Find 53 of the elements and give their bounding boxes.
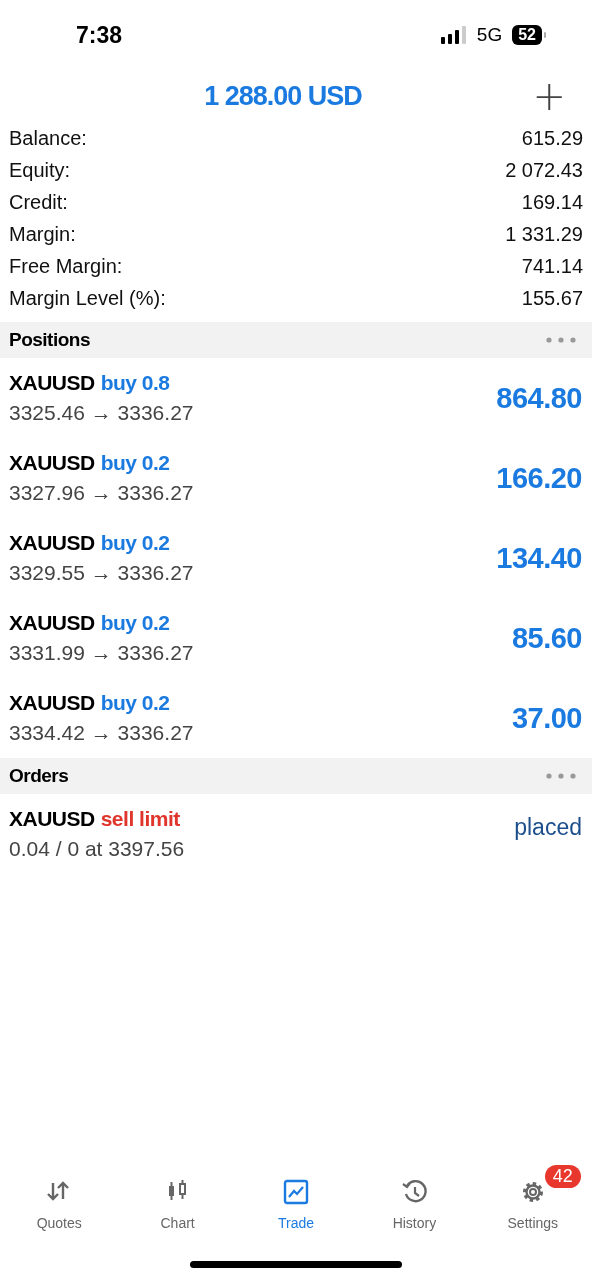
- symbol-label: XAUUSD: [9, 451, 95, 475]
- signal-icon: [440, 26, 467, 44]
- symbol-label: XAUUSD: [9, 691, 95, 715]
- tab-button[interactable]: Chart: [160, 1179, 195, 1231]
- price-change: 3325.46 → 3336.27: [9, 401, 194, 425]
- account-value: 741.14: [521, 254, 583, 278]
- symbol-label: XAUUSD: [9, 371, 95, 395]
- account-label: Equity:: [9, 158, 71, 182]
- section-title: Orders: [9, 765, 69, 787]
- price-change: 3334.42 → 3336.27: [9, 721, 194, 745]
- account-label: Margin:: [9, 222, 76, 246]
- trade-type: buy 0.2: [100, 611, 170, 635]
- account-label: Free Margin:: [9, 254, 123, 278]
- account-value: 1 331.29: [505, 222, 583, 246]
- symbol-label: XAUUSD: [9, 611, 95, 635]
- tab-button[interactable]: Trade: [278, 1179, 315, 1231]
- trade-type: buy 0.8: [100, 371, 170, 395]
- account-label: Credit:: [9, 190, 68, 214]
- line-chart-icon: [283, 1179, 309, 1205]
- symbol-label: XAUUSD: [9, 531, 95, 555]
- profit-value: 134.40: [496, 541, 582, 575]
- account-label: Margin Level (%):: [9, 286, 166, 310]
- balance-title: 1 288.00 USD: [204, 80, 362, 112]
- order-state: placed: [514, 814, 582, 841]
- more-icon: [546, 337, 576, 343]
- profit-value: 864.80: [496, 381, 582, 415]
- history-icon: [401, 1179, 428, 1205]
- trade-type: buy 0.2: [100, 531, 170, 555]
- network-label: 5G: [476, 24, 503, 46]
- more-icon: [546, 773, 576, 779]
- battery-level: 52: [512, 25, 542, 45]
- account-value: 169.14: [521, 190, 583, 214]
- trade-type: sell limit: [100, 807, 180, 831]
- trade-type: buy 0.2: [100, 691, 170, 715]
- tab-button[interactable]: Quotes: [36, 1179, 82, 1231]
- order-details: 0.04 / 0 at 3397.56: [9, 837, 185, 861]
- profit-value: 37.00: [511, 701, 582, 735]
- price-change: 3331.99 → 3336.27: [9, 641, 194, 665]
- account-label: Balance:: [9, 126, 87, 150]
- account-value: 615.29: [521, 126, 583, 150]
- section-title: Positions: [9, 329, 90, 351]
- profit-value: 166.20: [496, 461, 582, 495]
- trade-type: buy 0.2: [100, 451, 170, 475]
- clock-time: 7:38: [76, 21, 123, 49]
- profit-value: 85.60: [511, 621, 582, 655]
- account-value: 155.67: [521, 286, 583, 310]
- price-change: 3329.55 → 3336.27: [9, 561, 194, 585]
- account-value: 2 072.43: [505, 158, 583, 182]
- add-button[interactable]: +: [532, 76, 566, 116]
- tab-button[interactable]: History: [392, 1179, 437, 1231]
- notification-badge: 42: [544, 1165, 581, 1188]
- price-change: 3327.96 → 3336.27: [9, 481, 194, 505]
- symbol-label: XAUUSD: [9, 807, 95, 831]
